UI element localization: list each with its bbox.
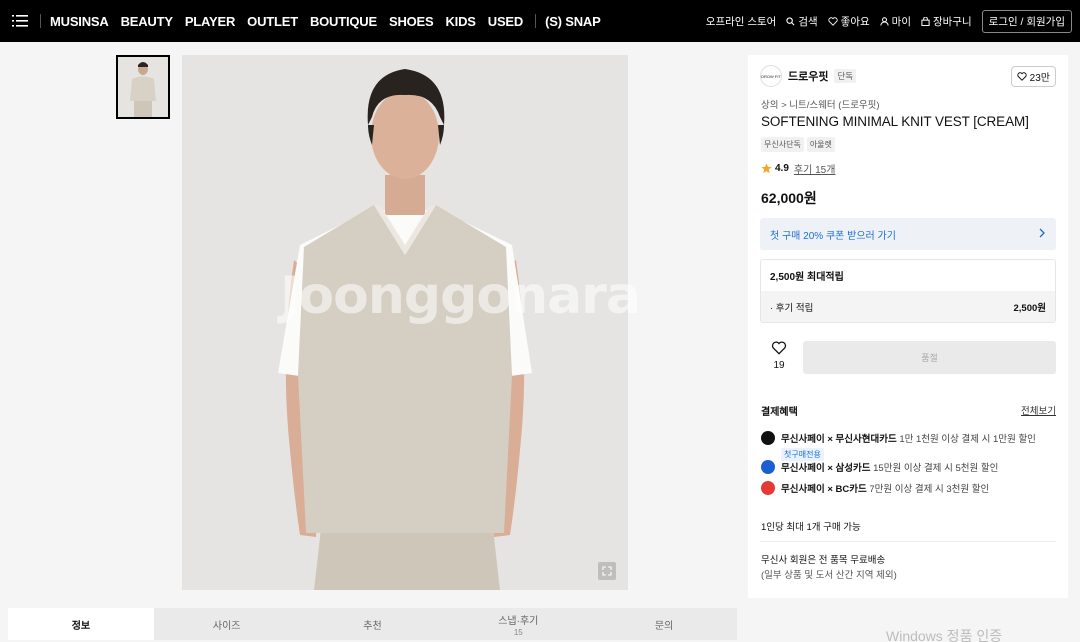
payment-benefit-name: 무신사페이 × 무신사현대카드	[781, 434, 897, 445]
reviews-link[interactable]: 후기 15개	[794, 161, 836, 176]
nav-link-boutique[interactable]: BOUTIQUE	[310, 14, 377, 29]
bag-icon	[921, 16, 930, 26]
likes-button[interactable]: 좋아요	[828, 14, 870, 29]
watermark-text: Joonggonara	[280, 266, 641, 326]
payment-benefit-item: 무신사페이 × 무신사현대카드 1만 1천원 이상 결제 시 1만원 할인 첫구…	[761, 431, 1036, 461]
search-icon	[786, 16, 795, 25]
cart-label: 장바구니	[932, 15, 972, 28]
points-box: 2,500원 최대적립 · 후기 적립 2,500원	[760, 259, 1056, 323]
payment-view-all-link[interactable]: 전체보기	[1021, 403, 1056, 417]
login-button[interactable]: 로그인 / 회원가입	[981, 9, 1072, 33]
nav-divider	[535, 14, 537, 28]
points-row: · 후기 적립 2,500원	[761, 291, 1055, 322]
payment-benefits-title: 결제혜택	[761, 407, 798, 418]
rating-value: 4.9	[775, 163, 789, 174]
cart-button[interactable]: 장바구니	[921, 14, 972, 29]
tab-recommend[interactable]: 추천	[300, 608, 446, 640]
nav-divider	[40, 14, 41, 28]
likes-label: 좋아요	[840, 15, 870, 28]
product-info-panel: DROW FIT 드로우핏 단독 23만 상의 > 니트/스웨터 (드로우핏) …	[748, 55, 1068, 598]
card-bc-icon	[761, 481, 775, 495]
purchase-limit: 1인당 최대 1개 구매 가능	[761, 522, 861, 533]
tag-exclusive: 무신사단독	[761, 137, 804, 152]
nav-link-snap[interactable]: (S) SNAP	[545, 14, 601, 29]
offline-store-link[interactable]: 오프라인 스토어	[706, 14, 777, 29]
shipping-note: (일부 상품 및 도서 산간 지역 제외)	[761, 570, 897, 581]
search-button[interactable]: 검색	[786, 14, 818, 29]
nav-utilities: 오프라인 스토어 검색 좋아요 마이 장바구니 로그인 / 회원가입	[706, 0, 1072, 42]
brand-name[interactable]: 드로우핏	[788, 68, 828, 84]
product-title: SOFTENING MINIMAL KNIT VEST [CREAM]	[761, 114, 1029, 129]
breadcrumb[interactable]: 상의 > 니트/스웨터 (드로우핏)	[761, 97, 880, 111]
nav-link-beauty[interactable]: BEAUTY	[121, 14, 173, 29]
shipping-title: 무신사 회원은 전 품목 무료배송	[761, 555, 886, 566]
payment-benefit-desc: 7만원 이상 결제 시 3천원 할인	[869, 484, 990, 495]
wishlist-count: 19	[773, 360, 785, 371]
top-nav: MUSINSA BEAUTY PLAYER OUTLET BOUTIQUE SH…	[0, 0, 1080, 42]
soldout-button[interactable]: 품절	[803, 341, 1056, 374]
search-label: 검색	[798, 15, 818, 28]
coupon-text: 첫 구매 20% 쿠폰 받으러 가기	[770, 230, 896, 242]
payment-benefit-item: 무신사페이 × BC카드 7만원 이상 결제 시 3천원 할인	[761, 481, 989, 495]
brand-links: MUSINSA BEAUTY PLAYER OUTLET BOUTIQUE SH…	[50, 14, 613, 29]
user-icon	[880, 16, 889, 26]
heart-icon	[828, 16, 838, 26]
tab-label: 정보	[71, 620, 91, 632]
star-icon	[761, 163, 772, 174]
nav-link-kids[interactable]: KIDS	[445, 14, 475, 29]
windows-activation-watermark: Windows 정품 인증	[886, 628, 1003, 642]
expand-icon	[602, 566, 612, 576]
coupon-banner[interactable]: 첫 구매 20% 쿠폰 받으러 가기	[760, 218, 1056, 250]
tab-label: 문의	[654, 620, 674, 632]
expand-image-button[interactable]	[598, 562, 616, 580]
payment-benefit-name: 무신사페이 × BC카드	[781, 484, 867, 495]
thumbnail-image[interactable]	[116, 55, 170, 119]
payment-benefit-item: 무신사페이 × 삼성카드 15만원 이상 결제 시 5천원 할인	[761, 460, 998, 474]
payment-benefit-desc: 1만 1천원 이상 결제 시 1만원 할인	[899, 434, 1036, 445]
nav-link-used[interactable]: USED	[488, 14, 524, 29]
my-button[interactable]: 마이	[880, 14, 911, 29]
hamburger-menu-icon[interactable]	[0, 0, 40, 42]
brand-logo[interactable]: DROW FIT	[760, 65, 782, 87]
wishlist-button[interactable]: 19	[760, 341, 798, 375]
tag-outlet: 아울렛	[806, 137, 835, 152]
tab-count: 15	[513, 627, 523, 637]
tab-label: 사이즈	[212, 620, 241, 632]
tab-label: 스냅·후기	[498, 615, 539, 627]
nav-link-outlet[interactable]: OUTLET	[247, 14, 298, 29]
product-price: 62,000원	[761, 190, 817, 206]
tab-label: 추천	[363, 620, 382, 632]
divider	[760, 541, 1056, 542]
product-tags: 무신사단독 아울렛	[761, 137, 835, 152]
tab-snap-review[interactable]: 스냅·후기 15	[445, 608, 591, 640]
points-max: 2,500원 최대적립	[770, 272, 844, 283]
brand-exclusive-badge: 단독	[834, 69, 857, 83]
nav-link-player[interactable]: PLAYER	[185, 14, 236, 29]
points-row-value: 2,500원	[1013, 303, 1046, 314]
nav-link-musinsa[interactable]: MUSINSA	[50, 14, 109, 29]
rating: 4.9 후기 15개	[761, 161, 835, 176]
brand-like-count: 23만	[1029, 73, 1050, 84]
nav-link-shoes[interactable]: SHOES	[389, 14, 434, 29]
brand-like-button[interactable]: 23만	[1010, 66, 1056, 87]
my-label: 마이	[891, 15, 911, 28]
brand-row: DROW FIT 드로우핏 단독	[760, 65, 857, 87]
points-row-label: · 후기 적립	[770, 303, 814, 314]
card-samsung-icon	[761, 460, 775, 474]
heart-icon	[771, 341, 787, 355]
payment-benefit-desc: 15만원 이상 결제 시 5천원 할인	[873, 463, 999, 474]
tab-info[interactable]: 정보	[8, 608, 154, 640]
chevron-right-icon	[1039, 228, 1045, 238]
payment-benefit-name: 무신사페이 × 삼성카드	[781, 463, 871, 474]
tab-size[interactable]: 사이즈	[154, 608, 300, 640]
product-tabs: 정보 사이즈 추천 스냅·후기 15 문의	[8, 608, 737, 640]
heart-icon	[1017, 72, 1027, 81]
card-hyundai-icon	[761, 431, 775, 445]
tab-qna[interactable]: 문의	[591, 608, 737, 640]
